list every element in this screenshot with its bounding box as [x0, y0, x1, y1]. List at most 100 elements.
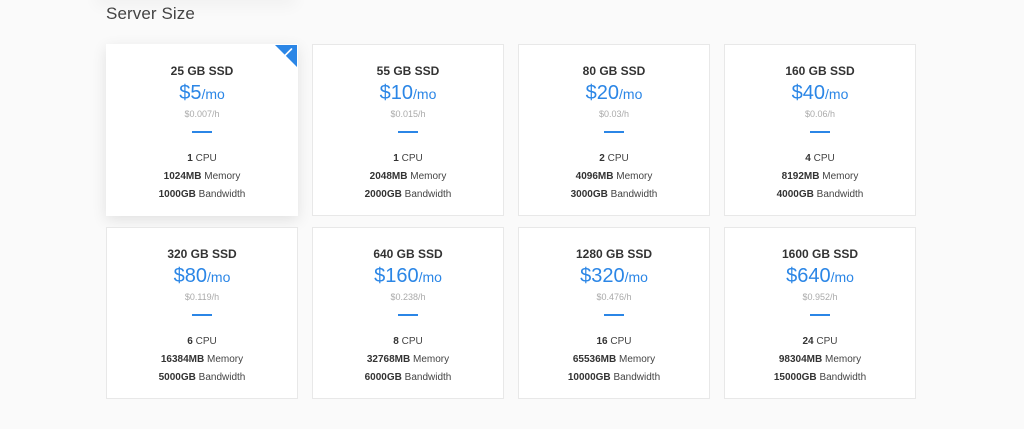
- plan-price-amount: $10: [379, 82, 414, 104]
- plan-bandwidth-label: Bandwidth: [613, 372, 661, 383]
- plan-bandwidth: 4000GB Bandwidth: [725, 186, 915, 204]
- plan-cpu: 1 CPU: [107, 150, 297, 168]
- plan-cpu-label: CPU: [195, 153, 217, 164]
- plan-card[interactable]: 320 GB SSD $80/mo $0.119/h 6 CPU 16384MB…: [106, 227, 298, 399]
- plan-price-unit: /mo: [418, 269, 442, 285]
- plan-bandwidth-label: Bandwidth: [610, 189, 658, 200]
- plan-cpu-label: CPU: [813, 153, 835, 164]
- plan-divider: [604, 131, 624, 133]
- plan-bandwidth: 3000GB Bandwidth: [519, 186, 709, 204]
- plan-hourly-price: $0.952/h: [802, 292, 838, 302]
- plan-divider: [810, 131, 830, 133]
- plan-price: $640/mo: [725, 265, 915, 289]
- plan-memory: 32768MB Memory: [313, 351, 503, 369]
- plan-price-amount: $5: [179, 82, 202, 104]
- plan-memory-label: Memory: [204, 171, 241, 182]
- plan-bandwidth-label: Bandwidth: [816, 189, 864, 200]
- plan-card-selected[interactable]: 25 GB SSD $5/mo $0.007/h 1 CPU 1024MB Me…: [106, 44, 298, 216]
- plan-card[interactable]: 1280 GB SSD $320/mo $0.476/h 16 CPU 6553…: [518, 227, 710, 399]
- plan-bandwidth-label: Bandwidth: [404, 372, 452, 383]
- plan-price-amount: $160: [374, 265, 419, 287]
- plan-bandwidth-value: 10000GB: [567, 372, 611, 383]
- plan-cpu-label: CPU: [816, 336, 838, 347]
- plan-memory: 4096MB Memory: [519, 168, 709, 186]
- plan-card[interactable]: 1600 GB SSD $640/mo $0.952/h 24 CPU 9830…: [724, 227, 916, 399]
- plan-price: $40/mo: [725, 82, 915, 106]
- plan-storage: 80 GB SSD: [582, 64, 646, 78]
- plan-card[interactable]: 640 GB SSD $160/mo $0.238/h 8 CPU 32768M…: [312, 227, 504, 399]
- plan-memory: 16384MB Memory: [107, 351, 297, 369]
- plan-card[interactable]: 80 GB SSD $20/mo $0.03/h 2 CPU 4096MB Me…: [518, 44, 710, 216]
- plan-bandwidth-value: 2000GB: [364, 189, 402, 200]
- section-title: Server Size: [106, 4, 195, 23]
- plan-cpu: 1 CPU: [313, 150, 503, 168]
- plan-price-unit: /mo: [413, 86, 437, 102]
- plan-bandwidth-label: Bandwidth: [198, 372, 246, 383]
- plan-bandwidth-label: Bandwidth: [404, 189, 452, 200]
- plan-cpu: 4 CPU: [725, 150, 915, 168]
- plan-cpu-value: 2: [599, 153, 605, 164]
- plan-price-amount: $20: [585, 82, 620, 104]
- plan-divider: [192, 314, 212, 316]
- plan-memory: 65536MB Memory: [519, 351, 709, 369]
- plan-hourly-price: $0.015/h: [390, 109, 426, 119]
- plan-storage: 55 GB SSD: [376, 64, 440, 78]
- plan-memory: 2048MB Memory: [313, 168, 503, 186]
- plan-memory-value: 16384MB: [160, 354, 205, 365]
- plan-cpu-value: 4: [805, 153, 811, 164]
- plan-cpu-label: CPU: [401, 153, 423, 164]
- plan-price-unit: /mo: [825, 86, 849, 102]
- plan-memory-label: Memory: [616, 171, 653, 182]
- plan-storage: 1600 GB SSD: [781, 247, 859, 261]
- plan-hourly-price: $0.06/h: [804, 109, 836, 119]
- plan-price-unit: /mo: [207, 269, 231, 285]
- plan-memory-value: 1024MB: [163, 171, 202, 182]
- plan-divider: [192, 131, 212, 133]
- plan-bandwidth-value: 5000GB: [158, 372, 196, 383]
- plan-divider: [398, 131, 418, 133]
- plan-bandwidth: 15000GB Bandwidth: [725, 369, 915, 387]
- plan-cpu-label: CPU: [610, 336, 632, 347]
- plan-bandwidth-value: 15000GB: [773, 372, 817, 383]
- plan-storage: 25 GB SSD: [170, 64, 234, 78]
- plan-memory-label: Memory: [413, 354, 450, 365]
- plan-grid: 25 GB SSD $5/mo $0.007/h 1 CPU 1024MB Me…: [106, 44, 916, 399]
- plan-price-amount: $40: [791, 82, 826, 104]
- plan-price-amount: $640: [786, 265, 831, 287]
- plan-price: $20/mo: [519, 82, 709, 106]
- plan-memory-label: Memory: [207, 354, 244, 365]
- plan-cpu: 8 CPU: [313, 333, 503, 351]
- plan-divider: [398, 314, 418, 316]
- plan-cpu-value: 16: [596, 336, 608, 347]
- plan-hourly-price: $0.119/h: [184, 292, 220, 302]
- plan-bandwidth-value: 3000GB: [570, 189, 608, 200]
- plan-cpu-label: CPU: [401, 336, 423, 347]
- plan-divider: [810, 314, 830, 316]
- plan-cpu-value: 24: [802, 336, 814, 347]
- plan-price-unit: /mo: [201, 86, 225, 102]
- plan-bandwidth-value: 1000GB: [158, 189, 196, 200]
- plan-memory-value: 65536MB: [572, 354, 617, 365]
- plan-memory-label: Memory: [619, 354, 656, 365]
- plan-storage: 160 GB SSD: [785, 64, 855, 78]
- plan-bandwidth-label: Bandwidth: [819, 372, 867, 383]
- plan-price: $10/mo: [313, 82, 503, 106]
- plan-cpu: 2 CPU: [519, 150, 709, 168]
- plan-card[interactable]: 55 GB SSD $10/mo $0.015/h 1 CPU 2048MB M…: [312, 44, 504, 216]
- plan-bandwidth: 1000GB Bandwidth: [107, 186, 297, 204]
- plan-price-amount: $320: [580, 265, 625, 287]
- plan-bandwidth-label: Bandwidth: [198, 189, 246, 200]
- plan-memory-value: 4096MB: [575, 171, 614, 182]
- plan-cpu-label: CPU: [195, 336, 217, 347]
- plan-storage: 320 GB SSD: [167, 247, 237, 261]
- plan-cpu-label: CPU: [607, 153, 629, 164]
- checkmark-icon: [279, 48, 293, 58]
- plan-price: $320/mo: [519, 265, 709, 289]
- plan-storage: 640 GB SSD: [373, 247, 443, 261]
- plan-memory-value: 2048MB: [369, 171, 408, 182]
- plan-bandwidth: 2000GB Bandwidth: [313, 186, 503, 204]
- plan-cpu: 24 CPU: [725, 333, 915, 351]
- plan-bandwidth-value: 4000GB: [776, 189, 814, 200]
- plan-bandwidth: 5000GB Bandwidth: [107, 369, 297, 387]
- plan-card[interactable]: 160 GB SSD $40/mo $0.06/h 4 CPU 8192MB M…: [724, 44, 916, 216]
